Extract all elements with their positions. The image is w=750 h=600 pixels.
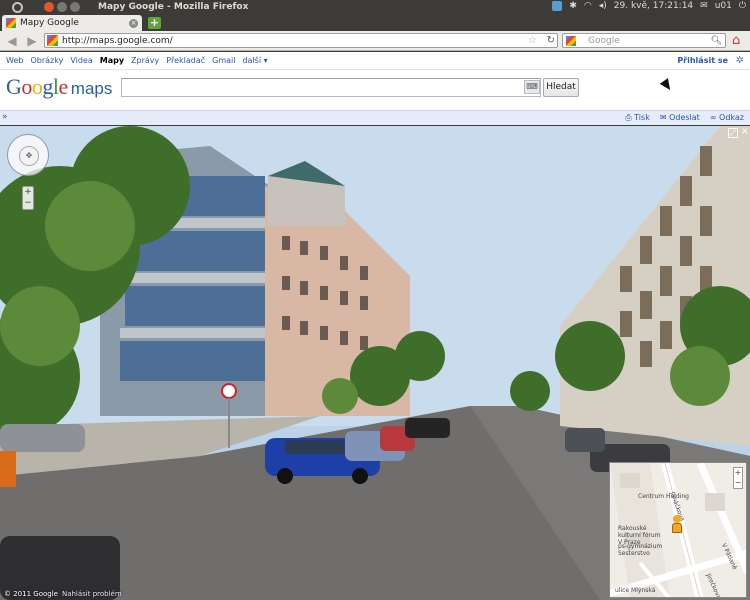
map-label-mlynska: ulice Mlýnská bbox=[615, 587, 656, 594]
home-icon[interactable]: ⌂ bbox=[732, 34, 746, 47]
network-icon[interactable]: ◠ bbox=[584, 1, 592, 11]
url-text[interactable]: http://maps.google.com/ bbox=[62, 36, 173, 46]
chain-link-icon: ∞ bbox=[709, 113, 720, 122]
mini-map[interactable]: Centrum Holding Rakouské kulturní fórum … bbox=[609, 462, 747, 598]
window-maximize-icon[interactable] bbox=[70, 2, 80, 12]
system-tray: ✱ ◠ ◂) 29. kvě, 17:21:14 ✉ u01 ⏻ bbox=[552, 1, 746, 11]
map-label-centrum: Centrum Holding bbox=[638, 493, 689, 500]
search-placeholder: Google bbox=[588, 35, 620, 46]
back-arrow-icon[interactable]: ◀ bbox=[4, 34, 20, 48]
site-identity-icon[interactable] bbox=[47, 35, 58, 46]
mini-map-zoom[interactable]: + − bbox=[733, 467, 743, 489]
link-label: Odkaz bbox=[719, 113, 744, 122]
sign-in-link[interactable]: Přihlásit se bbox=[677, 56, 728, 65]
send-link[interactable]: ✉ Odeslat bbox=[660, 113, 700, 123]
report-problem-link[interactable]: Nahlásit problém bbox=[62, 590, 122, 598]
window-minimize-icon[interactable] bbox=[57, 2, 67, 12]
fullscreen-icon[interactable]: ⤢ bbox=[728, 128, 738, 138]
tool-links: ⎙ Tisk ✉ Odeslat ∞ Odkaz bbox=[625, 113, 744, 123]
new-tab-button[interactable]: + bbox=[148, 17, 161, 29]
gbar-link-more[interactable]: další ▾ bbox=[242, 56, 267, 65]
logo-maps-text: maps bbox=[70, 79, 113, 98]
bookmark-star-icon[interactable]: ☆ bbox=[528, 35, 537, 46]
zoom-in-icon[interactable]: + bbox=[23, 187, 33, 198]
pegman-icon[interactable] bbox=[672, 515, 682, 533]
link-link[interactable]: ∞ Odkaz bbox=[710, 113, 744, 123]
gbar-link-web[interactable]: Web bbox=[6, 56, 23, 65]
url-bar[interactable]: http://maps.google.com/ ☆ ↻ bbox=[44, 33, 558, 48]
maps-header: Google maps ⌨ Hledat bbox=[0, 70, 750, 110]
pan-arrows-icon[interactable]: ✥ bbox=[19, 146, 39, 166]
gbar-link-maps[interactable]: Mapy bbox=[100, 56, 124, 65]
copyright-label: © 2011 Google bbox=[4, 590, 58, 598]
mouse-cursor-icon bbox=[659, 78, 675, 93]
zoom-out-icon[interactable]: − bbox=[23, 198, 33, 209]
zoom-control[interactable]: + − bbox=[22, 186, 34, 210]
browser-tab[interactable]: Mapy Google × bbox=[2, 15, 142, 31]
gbar-link-translate[interactable]: Překladač bbox=[166, 56, 205, 65]
power-icon[interactable]: ⏻ bbox=[739, 1, 746, 11]
maps-search-input[interactable] bbox=[121, 78, 541, 97]
volume-icon[interactable]: ◂) bbox=[599, 1, 607, 11]
bluetooth-icon[interactable]: ✱ bbox=[569, 1, 577, 11]
tab-bar: Mapy Google × + bbox=[0, 14, 750, 31]
clock[interactable]: 29. kvě, 17:21:14 bbox=[614, 1, 693, 11]
window-close-icon[interactable] bbox=[44, 2, 54, 12]
tab-close-icon[interactable]: × bbox=[129, 18, 138, 28]
pan-control[interactable]: ✥ bbox=[7, 134, 49, 176]
google-maps-logo[interactable]: Google maps bbox=[6, 74, 112, 100]
mail-icon[interactable]: ✉ bbox=[700, 1, 708, 11]
google-bar: Web Obrázky Videa Mapy Zprávy Překladač … bbox=[0, 52, 750, 69]
browser-search-bar[interactable]: Google 🔍︎ bbox=[562, 33, 726, 48]
mini-map-zoom-out-icon[interactable]: − bbox=[734, 478, 742, 488]
forward-arrow-icon[interactable]: ▶ bbox=[24, 34, 40, 48]
window-controls bbox=[44, 2, 80, 12]
ubuntu-logo-icon[interactable] bbox=[12, 2, 23, 13]
gear-icon[interactable]: ✲ bbox=[736, 55, 744, 66]
copyright-text: © 2011 Google Nahlásit problém bbox=[4, 590, 122, 598]
navigation-bar: ◀ ▶ http://maps.google.com/ ☆ ↻ Google 🔍… bbox=[0, 31, 750, 51]
gbar-link-videos[interactable]: Videa bbox=[70, 56, 92, 65]
update-icon[interactable] bbox=[552, 1, 563, 11]
map-label-gymnazium: ps-gymnázium Sesterstvo bbox=[618, 543, 663, 557]
print-link[interactable]: ⎙ Tisk bbox=[625, 113, 650, 123]
gbar-link-news[interactable]: Zprávy bbox=[131, 56, 159, 65]
keyboard-icon[interactable]: ⌨ bbox=[524, 80, 540, 94]
google-favicon-icon bbox=[6, 18, 16, 28]
tab-title: Mapy Google bbox=[20, 18, 79, 28]
send-label: Odeslat bbox=[669, 113, 700, 122]
search-button[interactable]: Hledat bbox=[543, 78, 579, 97]
user-name[interactable]: u01 bbox=[715, 1, 732, 11]
window-title: Mapy Google - Mozilla Firefox bbox=[98, 2, 249, 12]
reload-icon[interactable]: ↻ bbox=[547, 35, 555, 46]
search-engine-icon[interactable] bbox=[566, 35, 576, 46]
search-icon[interactable]: 🔍︎ bbox=[711, 36, 722, 46]
print-label: Tisk bbox=[634, 113, 650, 122]
street-view-panorama[interactable]: ✥ + − ⤢ × © 2011 Google Nahlásit problém … bbox=[0, 126, 750, 600]
gbar-link-gmail[interactable]: Gmail bbox=[212, 56, 235, 65]
os-top-panel: Mapy Google - Mozilla Firefox ✱ ◠ ◂) 29.… bbox=[0, 0, 750, 14]
close-icon[interactable]: × bbox=[741, 126, 749, 137]
collapse-panel-button[interactable]: » bbox=[2, 112, 8, 122]
mini-map-zoom-in-icon[interactable]: + bbox=[734, 468, 742, 478]
gbar-link-images[interactable]: Obrázky bbox=[30, 56, 63, 65]
envelope-icon: ✉ bbox=[659, 113, 670, 122]
maps-toolbar: » ⎙ Tisk ✉ Odeslat ∞ Odkaz bbox=[0, 110, 750, 125]
printer-icon: ⎙ bbox=[625, 113, 635, 122]
